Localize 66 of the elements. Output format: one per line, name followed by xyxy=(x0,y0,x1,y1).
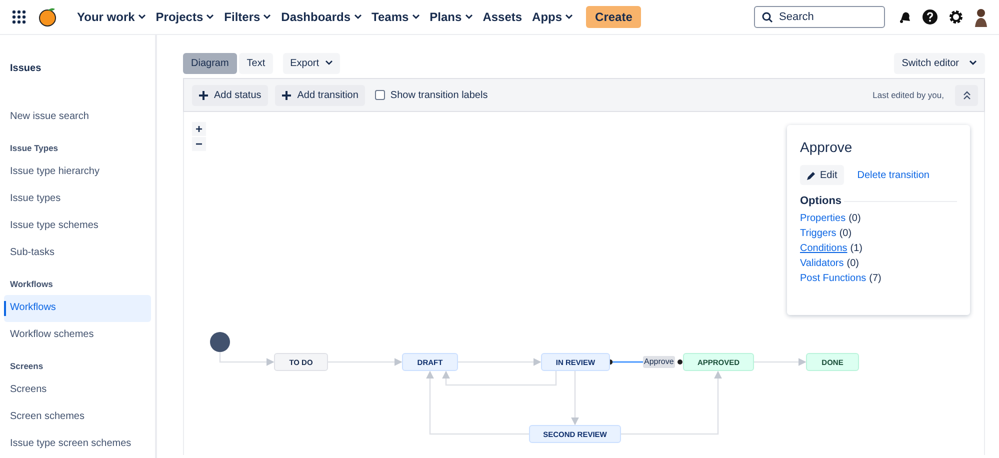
option-link[interactable]: Triggers xyxy=(800,228,836,239)
sidebar-title: Issues xyxy=(9,62,42,76)
chevron-down-icon xyxy=(969,60,977,66)
edit-button[interactable]: Edit xyxy=(800,165,844,185)
app-grid-icon[interactable] xyxy=(12,10,26,24)
nav-menu[interactable]: Assets xyxy=(478,5,528,29)
sidebar-item[interactable]: Issue type screen schemes xyxy=(4,431,151,458)
option-count: (0) xyxy=(846,258,859,269)
sidebar-item[interactable]: Issue type schemes xyxy=(4,213,151,240)
transition-handle-icon[interactable] xyxy=(678,360,682,364)
double-chevron-up-icon xyxy=(962,90,970,100)
nav-menu[interactable]: Your work xyxy=(72,5,151,29)
nav-menu[interactable]: Projects xyxy=(150,5,220,29)
sidebar-item[interactable]: Issue type hierarchy xyxy=(4,159,151,186)
start-node[interactable] xyxy=(210,332,230,352)
option-count: (0) xyxy=(839,228,852,239)
settings-icon[interactable] xyxy=(948,9,964,25)
option-count: (7) xyxy=(869,273,882,284)
sidebar-heading: Screens xyxy=(9,360,44,373)
sidebar-item[interactable]: Screens xyxy=(4,377,151,404)
export-button[interactable]: Export xyxy=(283,52,340,74)
zoom-out-button[interactable]: − xyxy=(192,137,206,151)
sidebar-item[interactable]: Sub-tasks xyxy=(4,240,151,267)
options-heading: Options xyxy=(800,195,842,207)
sidebar-item[interactable]: Screen schemes xyxy=(4,404,151,431)
view-tab[interactable]: Text xyxy=(238,52,274,74)
switch-editor-button[interactable]: Switch editor xyxy=(894,52,985,74)
nav-menu[interactable]: Plans xyxy=(424,5,478,29)
search-field[interactable]: Search xyxy=(754,6,885,28)
sidebar-item[interactable]: Workflows xyxy=(4,295,151,322)
option-link[interactable]: Conditions xyxy=(800,243,848,254)
sidebar-item[interactable]: New issue search xyxy=(4,104,151,131)
option-count: (1) xyxy=(850,243,862,254)
add-transition-button[interactable]: Add transition xyxy=(275,84,366,106)
plus-icon xyxy=(199,90,208,100)
avatar-icon[interactable] xyxy=(974,7,988,27)
sidebar-item[interactable]: Workflow schemes xyxy=(4,322,151,349)
help-icon[interactable] xyxy=(922,9,938,25)
nav-menu[interactable]: Teams xyxy=(366,5,425,29)
option-link[interactable]: Properties xyxy=(800,213,846,224)
checkbox[interactable] xyxy=(375,90,386,100)
sidebar-item[interactable]: Issue types xyxy=(4,186,151,213)
last-edited-text: Last edited by you, xyxy=(872,90,944,100)
fruit-logo-icon[interactable] xyxy=(38,7,58,27)
collapse-button[interactable] xyxy=(955,84,978,106)
sidebar-heading: Issue Types xyxy=(9,142,60,155)
option-count: (0) xyxy=(848,213,861,224)
sidebar-heading: Workflows xyxy=(9,278,54,291)
checkbox-label: Show transition labels xyxy=(390,90,488,100)
create-button[interactable]: Create xyxy=(586,6,642,28)
view-tab[interactable]: Diagram xyxy=(183,52,237,74)
delete-transition-link[interactable]: Delete transition xyxy=(857,170,930,180)
option-link[interactable]: Validators xyxy=(800,258,844,269)
bell-icon[interactable] xyxy=(898,10,912,24)
add-status-button[interactable]: Add status xyxy=(192,84,268,106)
zoom-in-button[interactable]: + xyxy=(192,122,206,136)
option-link[interactable]: Post Functions xyxy=(800,273,866,284)
nav-menu[interactable]: Apps xyxy=(527,5,578,29)
nav-menu[interactable]: Filters xyxy=(219,5,276,29)
chevron-down-icon xyxy=(325,60,334,66)
nav-menu[interactable]: Dashboards xyxy=(276,5,367,29)
pencil-icon xyxy=(807,170,816,180)
search-icon xyxy=(762,12,773,23)
transition-label[interactable]: Approve xyxy=(643,356,675,368)
popup-title: Approve xyxy=(800,139,854,155)
plus-icon xyxy=(282,90,292,100)
